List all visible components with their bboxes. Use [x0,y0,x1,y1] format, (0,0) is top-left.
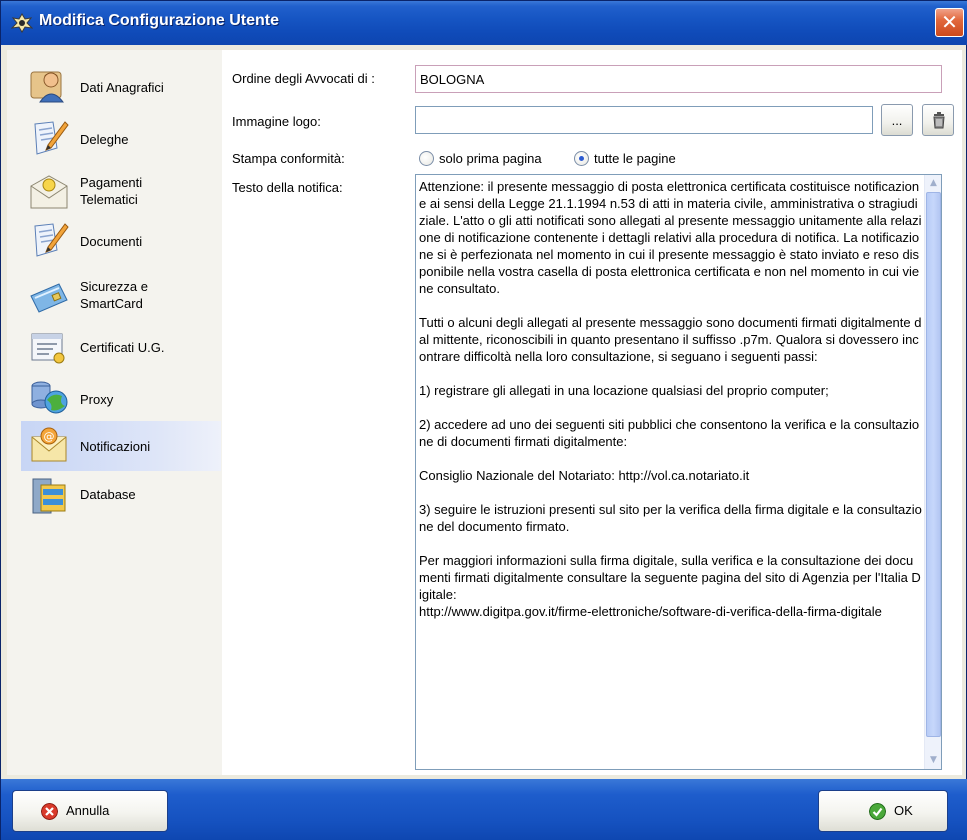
ok-label: OK [894,803,913,818]
browse-button[interactable]: ... [881,104,913,136]
sidebar-item-certificati-ug[interactable]: Certificati U.G. [21,322,221,372]
close-button[interactable]: ✕ [935,8,964,37]
notification-text-area[interactable]: Attenzione: il presente messaggio di pos… [415,174,942,770]
sidebar-item-label: Database [80,487,136,502]
scroll-thumb[interactable] [926,192,941,737]
dialog-body: Dati Anagrafici Deleghe Pagamenti Telema… [7,50,962,775]
sidebar-item-proxy[interactable]: Proxy [21,374,221,424]
envelope-at-icon: @ [31,427,67,462]
ordine-input[interactable]: BOLOGNA [415,65,942,93]
sidebar-item-dati-anagrafici[interactable]: Dati Anagrafici [21,62,221,112]
mail-coin-icon [30,175,68,209]
button-bar: Annulla OK [1,779,967,840]
document-pencil-icon [34,121,69,155]
dialog-window: Modifica Configurazione Utente ✕ Dati An… [0,0,967,840]
sidebar-item-label: Proxy [80,392,114,407]
title-bar[interactable]: Modifica Configurazione Utente ✕ [1,1,967,45]
sidebar-item-deleghe[interactable]: Deleghe [21,114,221,164]
vertical-scrollbar[interactable]: ▲ ▼ [924,175,941,769]
radio-selected-dot [579,156,584,161]
ordine-value: BOLOGNA [420,72,485,87]
ok-check-icon [869,803,886,820]
cancel-button[interactable]: Annulla [12,790,168,832]
sidebar-item-label: Dati Anagrafici [80,80,164,95]
cancel-label: Annulla [66,803,110,818]
radio-tutte-le-pagine-label: tutte le pagine [594,151,676,166]
smartcard-icon [30,283,68,313]
certificate-icon [31,333,65,364]
radio-solo-prima-pagina-label: solo prima pagina [439,151,542,166]
window-title: Modifica Configurazione Utente [39,12,279,29]
sidebar-item-label: Pagamenti Telematici [80,175,143,207]
sidebar-item-label: Deleghe [80,132,129,147]
ordine-label: Ordine degli Avvocati di : [232,71,375,86]
document-pencil-icon [34,223,69,257]
database-icon [32,478,66,514]
sidebar-item-notificazioni[interactable]: @ Notificazioni [21,421,221,471]
sidebar-item-label: Sicurezza e SmartCard [80,279,148,311]
sidebar-item-sicurezza-smartcard[interactable]: Sicurezza e SmartCard [21,270,221,320]
trash-icon [933,112,945,129]
sidebar: Dati Anagrafici Deleghe Pagamenti Telema… [7,50,222,775]
notification-text: Attenzione: il presente messaggio di pos… [419,179,922,619]
scroll-up-icon[interactable]: ▲ [925,175,941,192]
delete-logo-button[interactable] [922,104,954,136]
close-icon: ✕ [941,10,958,34]
network-globe-icon [31,381,68,414]
browse-label: ... [891,113,903,128]
sidebar-item-label: Notificazioni [80,439,151,454]
sidebar-item-label: Documenti [80,234,143,249]
settings-panel: Ordine degli Avvocati di : BOLOGNA Immag… [222,50,962,775]
sidebar-item-pagamenti-telematici[interactable]: Pagamenti Telematici [21,166,221,216]
testo-label: Testo della notifica: [232,180,343,195]
svg-text:@: @ [44,430,55,443]
scroll-down-icon[interactable]: ▼ [925,752,941,769]
logo-label: Immagine logo: [232,114,321,129]
app-logo-icon [11,13,33,33]
stampa-label: Stampa conformità: [232,151,345,166]
logo-path-input[interactable] [415,106,873,134]
person-card-icon [30,71,65,103]
sidebar-item-database[interactable]: Database [21,473,221,523]
sidebar-item-label: Certificati U.G. [80,340,165,355]
cancel-icon [41,803,58,820]
radio-tutte-le-pagine[interactable] [574,151,589,166]
radio-solo-prima-pagina[interactable] [419,151,434,166]
ok-button[interactable]: OK [818,790,948,832]
sidebar-item-documenti[interactable]: Documenti [21,218,221,268]
